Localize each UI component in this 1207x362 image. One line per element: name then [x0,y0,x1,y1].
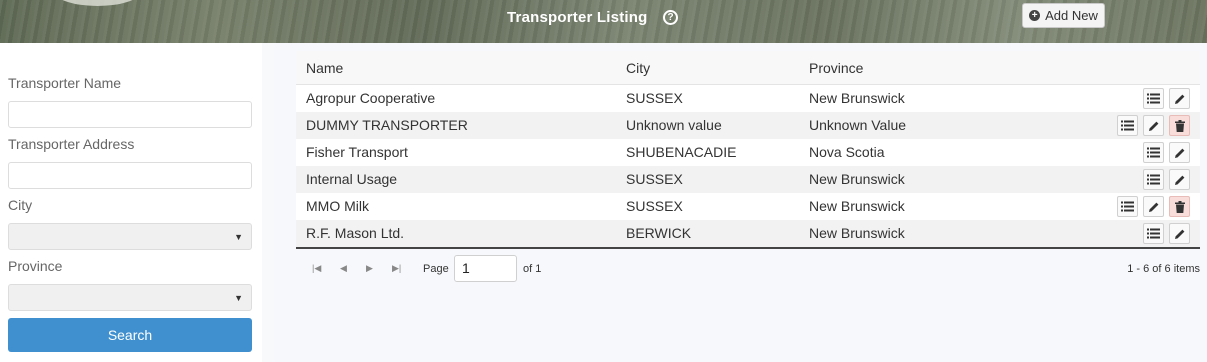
pencil-icon [1174,148,1184,158]
cell-province: New Brunswick [809,171,905,187]
cell-city: SUSSEX [626,171,683,187]
cell-city: SUSSEX [626,90,683,106]
transporter-address-input[interactable] [8,162,252,189]
row-actions [1143,88,1190,109]
edit-button[interactable] [1143,115,1164,136]
list-icon [1147,93,1160,104]
pencil-icon [1148,121,1158,131]
cell-city: SHUBENACADIE [626,144,737,160]
trash-icon [1174,119,1185,132]
previous-page-icon[interactable]: ◀ [340,263,347,274]
chevron-down-icon: ▼ [234,293,243,303]
items-info: 1 - 6 of 6 items [1127,263,1200,275]
trash-icon [1174,200,1185,213]
edit-button[interactable] [1143,196,1164,217]
details-button[interactable] [1117,115,1138,136]
cell-name: Agropur Cooperative [306,90,436,106]
details-button[interactable] [1143,142,1164,163]
province-select[interactable]: ▼ [8,284,252,311]
first-page-icon[interactable]: |◀ [312,263,321,274]
table-row[interactable]: R.F. Mason Ltd. BERWICK New Brunswick [296,220,1200,247]
column-header-name[interactable]: Name [306,60,343,76]
pencil-icon [1174,94,1184,104]
table-row[interactable]: Internal Usage SUSSEX New Brunswick [296,166,1200,193]
cell-name: R.F. Mason Ltd. [306,225,405,241]
edit-button[interactable] [1169,223,1190,244]
column-header-province[interactable]: Province [809,60,863,76]
cell-province: Unknown Value [809,117,907,133]
delete-button[interactable] [1169,196,1190,217]
add-new-label: Add New [1045,8,1098,23]
pencil-icon [1148,202,1158,212]
list-icon [1121,120,1134,131]
row-actions [1143,223,1190,244]
cell-city: BERWICK [626,225,692,241]
cell-name: Internal Usage [306,171,398,187]
last-page-icon[interactable]: ▶| [392,263,401,274]
transporter-grid: Name City Province Agropur Cooperative S… [296,51,1200,291]
transporter-name-input[interactable] [8,101,252,128]
column-header-city[interactable]: City [626,60,650,76]
plus-circle-icon: + [1029,10,1041,21]
table-row[interactable]: Agropur Cooperative SUSSEX New Brunswick [296,85,1200,112]
city-select[interactable]: ▼ [8,223,252,250]
row-actions [1117,115,1190,136]
details-button[interactable] [1117,196,1138,217]
details-button[interactable] [1143,223,1164,244]
pencil-icon [1174,175,1184,185]
row-actions [1143,142,1190,163]
pencil-icon [1174,229,1184,239]
cell-name: MMO Milk [306,198,369,214]
transporter-address-label: Transporter Address [8,136,135,152]
grid-body: Agropur Cooperative SUSSEX New Brunswick… [296,85,1200,249]
page-label: Page [423,263,449,275]
filter-sidebar: Transporter Name Transporter Address Cit… [0,43,262,362]
table-row[interactable]: Fisher Transport SHUBENACADIE Nova Scoti… [296,139,1200,166]
cell-name: DUMMY TRANSPORTER [306,117,468,133]
cell-province: New Brunswick [809,90,905,106]
next-page-icon[interactable]: ▶ [366,263,373,274]
logo [55,0,140,6]
edit-button[interactable] [1169,142,1190,163]
grid-header: Name City Province [296,51,1200,85]
row-actions [1117,196,1190,217]
edit-button[interactable] [1169,169,1190,190]
table-row[interactable]: MMO Milk SUSSEX New Brunswick [296,193,1200,220]
transporter-name-label: Transporter Name [8,75,122,91]
delete-button[interactable] [1169,115,1190,136]
edit-button[interactable] [1169,88,1190,109]
details-button[interactable] [1143,88,1164,109]
cell-name: Fisher Transport [306,144,408,160]
list-icon [1121,201,1134,212]
chevron-down-icon: ▼ [234,232,243,242]
details-button[interactable] [1143,169,1164,190]
table-row[interactable]: DUMMY TRANSPORTER Unknown value Unknown … [296,112,1200,139]
row-actions [1143,169,1190,190]
cell-city: SUSSEX [626,198,683,214]
list-icon [1147,147,1160,158]
city-label: City [8,197,33,213]
pager: |◀ ◀ ▶ ▶| Page 1 of 1 1 - 6 of 6 items [296,249,1200,291]
page-title: Transporter Listing [507,9,648,26]
list-icon [1147,174,1160,185]
cell-province: Nova Scotia [809,144,885,160]
cell-city: Unknown value [626,117,722,133]
province-label: Province [8,258,63,274]
page-header: Transporter Listing ? + Add New [0,0,1207,43]
page-count-label: of 1 [523,263,542,275]
list-icon [1147,228,1160,239]
page-number-input[interactable]: 1 [454,255,517,282]
add-new-button[interactable]: + Add New [1022,3,1105,28]
search-button[interactable]: Search [8,318,252,352]
cell-province: New Brunswick [809,198,905,214]
cell-province: New Brunswick [809,225,905,241]
help-icon[interactable]: ? [663,10,678,25]
